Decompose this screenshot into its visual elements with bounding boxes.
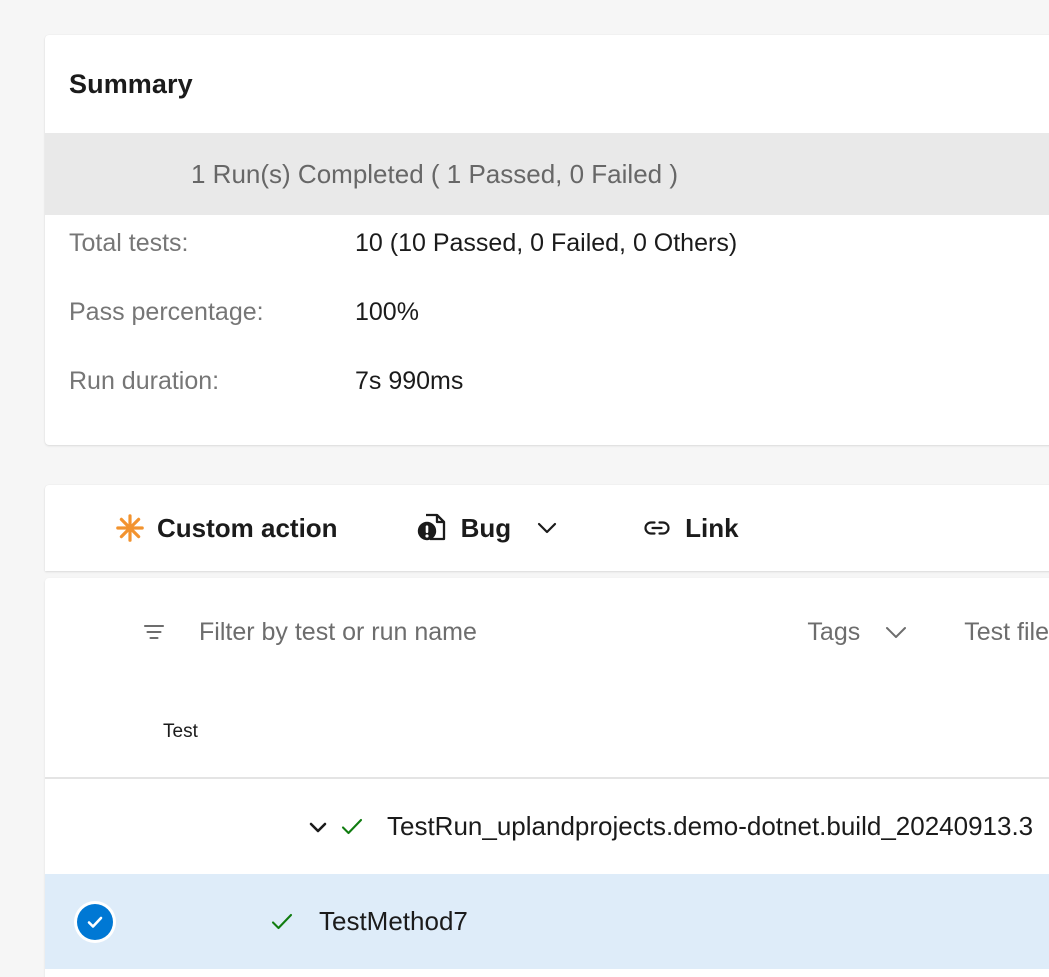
custom-action-label: Custom action [157, 513, 338, 544]
table-row[interactable]: TestRun_uplandprojects.demo-dotnet.build… [45, 779, 1049, 874]
test-run-name: TestRun_uplandprojects.demo-dotnet.build… [387, 811, 1033, 842]
tags-dropdown[interactable]: Tags [807, 618, 910, 647]
summary-row-run-duration: Run duration: 7s 990ms [45, 367, 1049, 436]
link-label: Link [685, 513, 738, 544]
total-tests-value: 10 (10 Passed, 0 Failed, 0 Others) [355, 229, 737, 258]
chevron-down-icon[interactable] [301, 814, 335, 840]
run-duration-value: 7s 990ms [355, 367, 463, 396]
filter-bar: Filter by test or run name Tags Test fil… [45, 578, 1049, 686]
filter-icon[interactable] [139, 617, 169, 647]
page-title: Summary [45, 35, 1049, 100]
test-results-page: Summary 1 Run(s) Completed ( 1 Passed, 0… [0, 0, 1049, 977]
check-icon [265, 907, 299, 937]
bug-report-icon [415, 511, 449, 545]
run-duration-label: Run duration: [45, 367, 355, 396]
bug-label: Bug [461, 513, 512, 544]
test-method-name: TestMethod7 [319, 906, 468, 937]
pass-percentage-label: Pass percentage: [45, 298, 355, 327]
chevron-down-icon[interactable] [533, 514, 561, 542]
custom-action-button[interactable]: Custom action [45, 485, 338, 571]
link-button[interactable]: Link [561, 485, 738, 571]
summary-row-total-tests: Total tests: 10 (10 Passed, 0 Failed, 0 … [45, 229, 1049, 298]
test-file-dropdown[interactable]: Test file [964, 618, 1049, 647]
check-icon [335, 812, 369, 842]
column-header-test: Test [163, 721, 198, 743]
summary-row-pass-percentage: Pass percentage: 100% [45, 298, 1049, 367]
bug-button[interactable]: Bug [338, 485, 562, 571]
checkbox-checked-icon[interactable] [77, 904, 113, 940]
pass-percentage-value: 100% [355, 298, 419, 327]
asterisk-icon [115, 513, 145, 543]
chevron-down-icon [882, 618, 910, 646]
run-status-text: 1 Run(s) Completed ( 1 Passed, 0 Failed … [191, 159, 678, 190]
total-tests-label: Total tests: [45, 229, 355, 258]
row-checkbox[interactable] [45, 904, 145, 940]
action-toolbar: Custom action Bug [45, 485, 1049, 571]
tags-dropdown-label: Tags [807, 618, 860, 647]
link-icon [641, 512, 673, 544]
table-row[interactable]: TestMethod7 [45, 874, 1049, 969]
filter-dropdown-group: Tags Test file [807, 578, 1049, 686]
table-header-row: Test [45, 686, 1049, 779]
summary-card: Summary 1 Run(s) Completed ( 1 Passed, 0… [45, 35, 1049, 445]
filter-input[interactable]: Filter by test or run name [199, 618, 477, 647]
test-file-dropdown-label: Test file [964, 618, 1049, 647]
summary-detail-list: Total tests: 10 (10 Passed, 0 Failed, 0 … [45, 215, 1049, 436]
test-results-table: Filter by test or run name Tags Test fil… [45, 578, 1049, 977]
run-status-banner: 1 Run(s) Completed ( 1 Passed, 0 Failed … [45, 133, 1049, 215]
